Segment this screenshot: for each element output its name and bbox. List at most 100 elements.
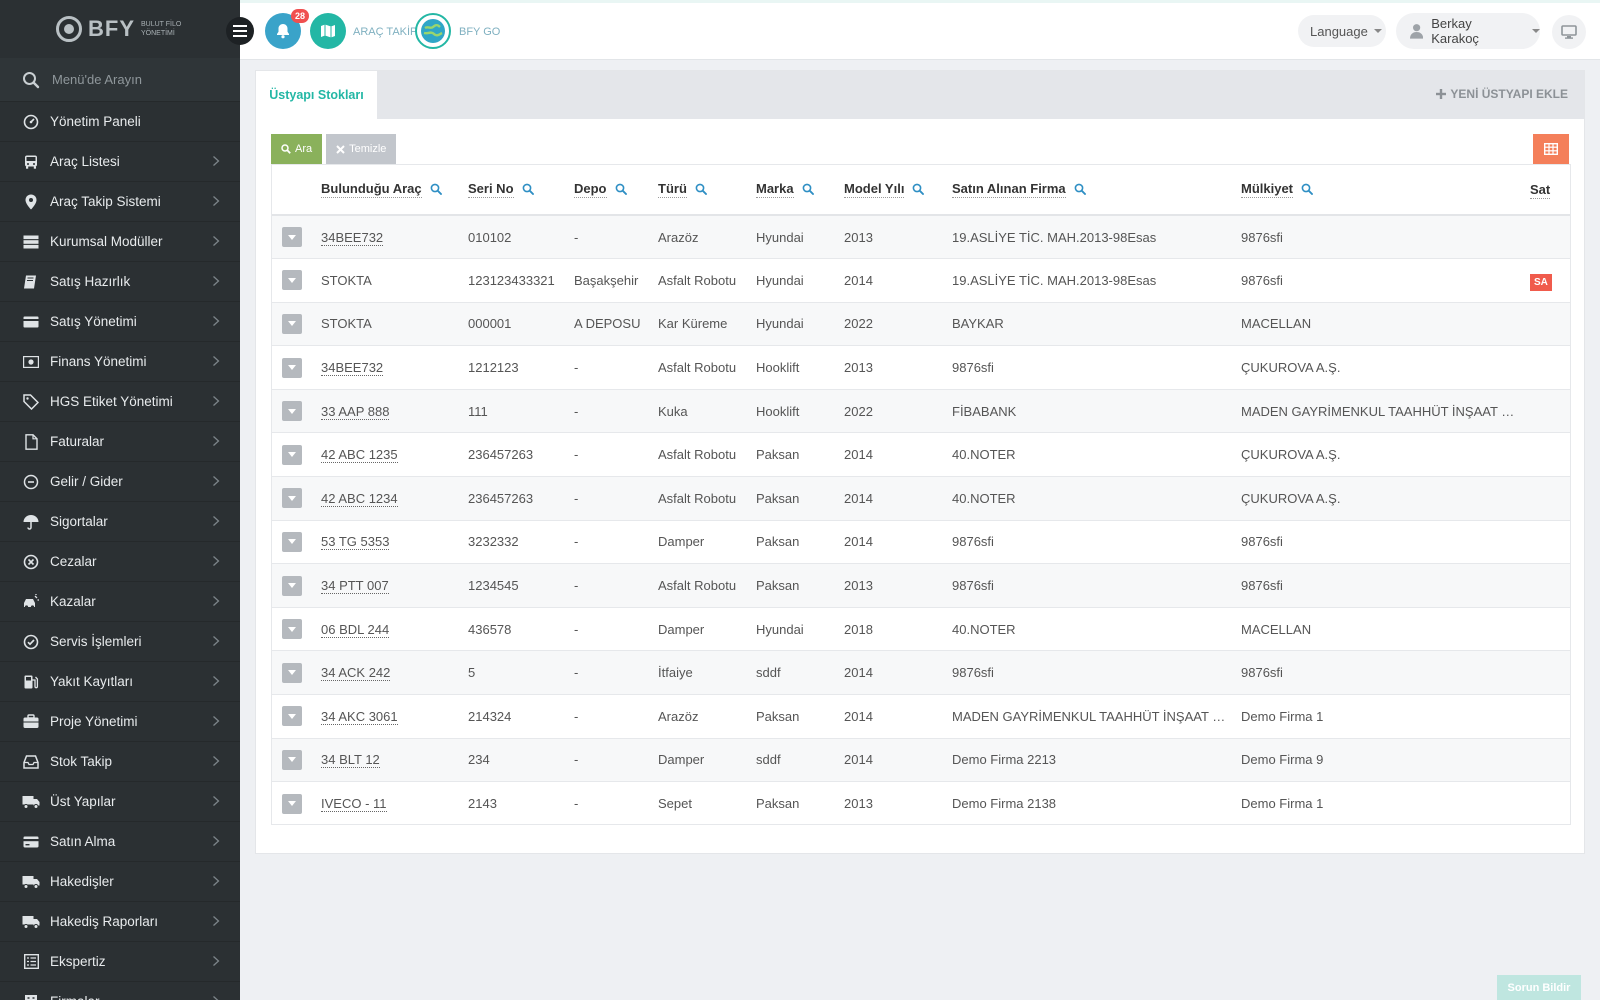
column-header-label[interactable]: Mülkiyet (1241, 181, 1294, 198)
sidebar-item-satış-hazırlık[interactable]: Satış Hazırlık (0, 262, 240, 302)
report-issue-button[interactable]: Sorun Bildir (1497, 975, 1581, 1000)
row-expand-button[interactable] (282, 313, 302, 334)
column-header-label[interactable]: Sat (1530, 182, 1551, 199)
add-superstructure-button[interactable]: YENİ ÜSTYAPI EKLE (1436, 87, 1568, 101)
sidebar-item-üst-yapılar[interactable]: Üst Yapılar (0, 782, 240, 822)
table-row[interactable]: 34 AKC 3061 214324 - Arazöz Paksan 2014 MADEN … (272, 694, 1570, 739)
sidebar-item-hgs-etiket-yönetimi[interactable]: HGS Etiket Yönetimi (0, 382, 240, 422)
column-search-icon[interactable] (695, 183, 707, 198)
vehicle-tracking-link[interactable]: ARAÇ TAKİP (353, 26, 417, 38)
vehicle-link[interactable]: 34 ACK 242 (321, 665, 391, 682)
sidebar-item-hakediş-raporları[interactable]: Hakediş Raporları (0, 902, 240, 942)
column-header-label[interactable]: Bulunduğu Araç (321, 181, 422, 198)
column-search-icon[interactable] (1074, 183, 1086, 198)
row-expand-button[interactable] (282, 270, 302, 291)
table-row[interactable]: 42 ABC 1235 236457263 - Asfalt Robotu Paksan… (272, 432, 1570, 478)
sidebar-item-gelir-gider[interactable]: Gelir / Gider (0, 462, 240, 502)
column-header[interactable]: Türü (658, 165, 756, 216)
sidebar-item-yakıt-kayıtları[interactable]: Yakıt Kayıtları (0, 662, 240, 702)
sidebar-item-sigortalar[interactable]: Sigortalar (0, 502, 240, 542)
table-row[interactable]: 53 TG 5353 3232332 - Damper Paksan 2014 9876sf… (272, 520, 1570, 565)
sidebar-item-servis-i-şlemleri[interactable]: Servis İşlemleri (0, 622, 240, 662)
table-row[interactable]: 34BEE732 010102 - Arazöz Hyundai 2013 19.ASLİY… (272, 215, 1570, 260)
table-row[interactable]: 06 BDL 244 436578 - Damper Hyundai 2018 40.NOT… (272, 607, 1570, 652)
column-search-icon[interactable] (615, 183, 627, 198)
column-search-icon[interactable] (912, 183, 925, 198)
column-header-label[interactable]: Marka (756, 181, 794, 198)
vehicle-link[interactable]: 06 BDL 244 (321, 621, 390, 638)
vehicle-tracking-button[interactable] (310, 13, 346, 49)
row-expand-button[interactable] (282, 444, 302, 465)
column-header[interactable]: Marka (756, 165, 844, 216)
table-row[interactable]: STOKTA 123123433321 Başakşehir Asfalt Robot… (272, 258, 1570, 303)
row-expand-button[interactable] (282, 793, 302, 814)
row-expand-button[interactable] (282, 749, 302, 770)
row-expand-button[interactable] (282, 662, 302, 683)
column-header[interactable]: Satın Alınan Firma (952, 165, 1241, 216)
vehicle-link[interactable]: 42 ABC 1234 (321, 490, 398, 507)
sidebar-item-kurumsal-modüller[interactable]: Kurumsal Modüller (0, 222, 240, 262)
column-header[interactable]: Mülkiyet (1241, 165, 1530, 216)
clear-button[interactable]: Temizle (326, 134, 397, 164)
sidebar-item-cezalar[interactable]: Cezalar (0, 542, 240, 582)
column-header-label[interactable]: Depo (574, 181, 607, 198)
bfy-go-button[interactable] (415, 13, 451, 49)
row-expand-button[interactable] (282, 488, 302, 509)
tab-superstructure-stocks[interactable]: Üstyapı Stokları (256, 71, 377, 119)
sidebar-item-satış-yönetimi[interactable]: Satış Yönetimi (0, 302, 240, 342)
vehicle-link[interactable]: 42 ABC 1235 (321, 447, 398, 464)
row-expand-button[interactable] (282, 401, 302, 422)
row-expand-button[interactable] (282, 531, 302, 552)
vehicle-link[interactable]: 34 BLT 12 (321, 752, 380, 769)
vehicle-link[interactable]: 34BEE732 (321, 229, 384, 246)
table-row[interactable]: 34BEE732 1212123 - Asfalt Robotu Hooklift 201… (272, 345, 1570, 390)
table-row[interactable]: STOKTA 000001 A DEPOSU Kar Küreme Hyundai 202… (272, 302, 1570, 347)
column-header-label[interactable]: Türü (658, 181, 687, 198)
column-search-icon[interactable] (1301, 183, 1313, 198)
sidebar-item-proje-yönetimi[interactable]: Proje Yönetimi (0, 702, 240, 742)
column-search-icon[interactable] (522, 183, 534, 198)
notifications-button[interactable]: 28 (265, 9, 309, 49)
sidebar-item-hakedişler[interactable]: Hakedişler (0, 862, 240, 902)
sidebar-item-stok-takip[interactable]: Stok Takip (0, 742, 240, 782)
sidebar-item-faturalar[interactable]: Faturalar (0, 422, 240, 462)
language-dropdown[interactable]: Language (1298, 15, 1386, 47)
table-row[interactable]: 33 AAP 888 111 - Kuka Hooklift 2022 FİBABANK MA… (272, 389, 1570, 434)
row-expand-button[interactable] (282, 227, 302, 248)
vehicle-link[interactable]: 33 AAP 888 (321, 403, 390, 420)
brand-logo-area[interactable]: BFY BULUT FİLO YÖNETİMİ (0, 0, 240, 58)
column-header[interactable]: Sat (1530, 165, 1570, 216)
column-header-label[interactable]: Satın Alınan Firma (952, 181, 1066, 198)
sidebar-item-satın-alma[interactable]: Satın Alma (0, 822, 240, 862)
sidebar-item-finans-yönetimi[interactable]: Finans Yönetimi (0, 342, 240, 382)
sidebar-item-araç-takip-sistemi[interactable]: Araç Takip Sistemi (0, 182, 240, 222)
brand-logo[interactable]: BFY BULUT FİLO YÖNETİMİ (56, 16, 181, 42)
menu-search-input[interactable] (52, 72, 222, 87)
table-row[interactable]: IVECO - 11 2143 - Sepet Paksan 2013 Demo Firma… (272, 781, 1570, 824)
column-header[interactable]: Depo (574, 165, 658, 216)
sidebar-item-kazalar[interactable]: Kazalar (0, 582, 240, 622)
table-row[interactable]: 34 PTT 007 1234545 - Asfalt Robotu Paksan 201… (272, 563, 1570, 608)
table-row[interactable]: 34 BLT 12 234 - Damper sddf 2014 Demo Firma 22… (272, 738, 1570, 783)
vehicle-link[interactable]: IVECO - 11 (321, 796, 387, 813)
column-header-label[interactable]: Model Yılı (844, 181, 905, 198)
column-header[interactable]: Bulunduğu Araç (321, 165, 468, 216)
column-toggle-button[interactable] (1533, 134, 1569, 164)
sidebar-toggle-button[interactable] (226, 17, 254, 45)
vehicle-link[interactable]: 34 PTT 007 (321, 578, 389, 595)
sidebar-item-araç-listesi[interactable]: Araç Listesi (0, 142, 240, 182)
column-header[interactable]: Seri No (468, 165, 574, 216)
sidebar-item-ekspertiz[interactable]: Ekspertiz (0, 942, 240, 982)
column-header[interactable]: Model Yılı (844, 165, 952, 216)
row-expand-button[interactable] (282, 575, 302, 596)
sidebar-item-firmalar[interactable]: Firmalar (0, 982, 240, 1000)
table-row[interactable]: 34 ACK 242 5 - İtfaiye sddf 2014 9876sfi 9876sf… (272, 650, 1570, 696)
vehicle-link[interactable]: 53 TG 5353 (321, 534, 390, 551)
row-expand-button[interactable] (282, 357, 302, 378)
vehicle-link[interactable]: 34 AKC 3061 (321, 708, 398, 725)
row-expand-button[interactable] (282, 706, 302, 727)
bfy-go-link[interactable]: BFY GO (459, 26, 500, 38)
row-expand-button[interactable] (282, 619, 302, 640)
user-menu-dropdown[interactable]: Berkay Karakoç (1396, 13, 1540, 49)
column-search-icon[interactable] (430, 183, 442, 198)
